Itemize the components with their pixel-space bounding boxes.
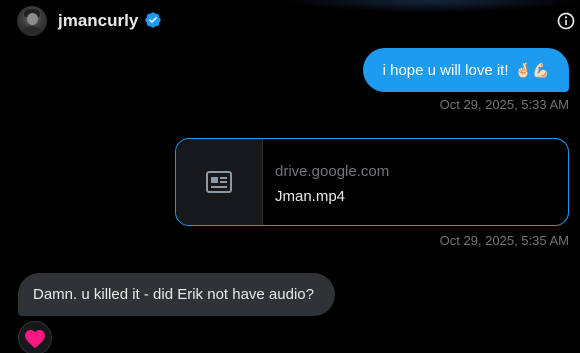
message-timestamp: Oct 29, 2025, 5:33 AM <box>439 97 569 112</box>
info-icon[interactable] <box>556 11 576 31</box>
link-title: Jman.mp4 <box>275 188 346 205</box>
heart-reaction[interactable] <box>18 321 52 353</box>
incoming-message-bubble[interactable]: Damn. u killed it - did Erik not have au… <box>18 273 335 316</box>
message-emoji: 🤞🏻💪🏻 <box>514 61 550 78</box>
username[interactable]: jmancurly <box>58 11 138 31</box>
link-domain: drive.google.com <box>275 163 390 180</box>
message-timestamp: Oct 29, 2025, 5:35 AM <box>439 233 569 248</box>
outgoing-message-bubble[interactable]: i hope u will love it! 🤞🏻💪🏻 <box>363 48 569 92</box>
conversation-header: jmancurly <box>0 0 580 44</box>
message-text: Damn. u killed it - did Erik not have au… <box>33 286 314 303</box>
heart-icon <box>25 330 45 349</box>
message-text: i hope u will love it! <box>382 61 509 79</box>
link-preview-card[interactable]: drive.google.com Jman.mp4 <box>175 138 569 226</box>
avatar[interactable] <box>17 6 47 36</box>
verified-badge-icon <box>145 12 161 28</box>
article-icon <box>206 171 232 193</box>
link-thumbnail <box>176 139 263 225</box>
